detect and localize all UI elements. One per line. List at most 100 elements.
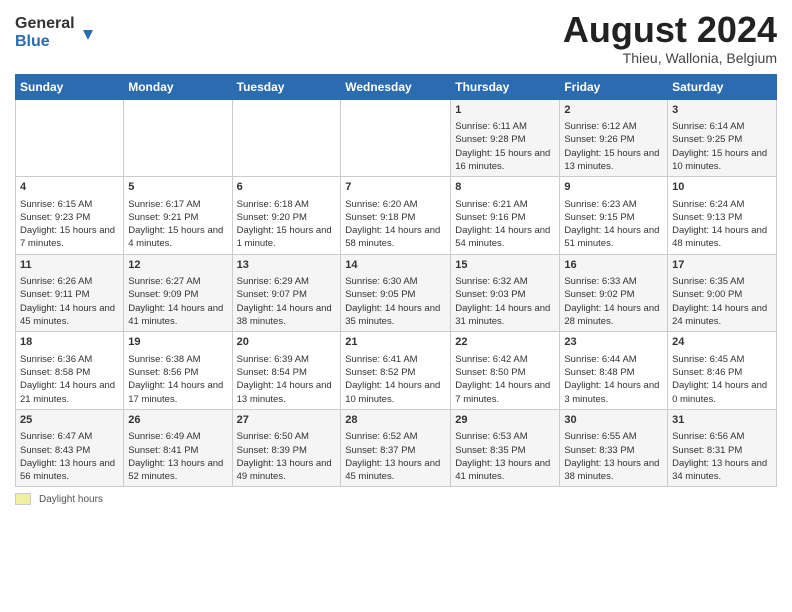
day-info: Sunrise: 6:47 AM [20, 430, 119, 443]
day-number: 26 [128, 413, 227, 428]
day-info: Sunset: 9:25 PM [672, 133, 772, 146]
calendar-week-4: 18Sunrise: 6:36 AMSunset: 8:58 PMDayligh… [16, 332, 777, 410]
day-info: Sunrise: 6:49 AM [128, 430, 227, 443]
calendar-body: 1Sunrise: 6:11 AMSunset: 9:28 PMDaylight… [16, 99, 777, 487]
day-info: Sunset: 9:26 PM [564, 133, 663, 146]
day-info: Daylight: 14 hours and 35 minutes. [345, 302, 446, 329]
day-info: Sunset: 9:16 PM [455, 211, 555, 224]
day-info: Sunset: 9:15 PM [564, 211, 663, 224]
day-number: 28 [345, 413, 446, 428]
subtitle: Thieu, Wallonia, Belgium [563, 50, 777, 66]
day-info: Sunset: 8:46 PM [672, 366, 772, 379]
day-info: Daylight: 14 hours and 38 minutes. [237, 302, 337, 329]
day-info: Daylight: 13 hours and 52 minutes. [128, 457, 227, 484]
day-info: Sunset: 9:05 PM [345, 288, 446, 301]
day-info: Daylight: 14 hours and 0 minutes. [672, 379, 772, 406]
day-info: Daylight: 15 hours and 16 minutes. [455, 147, 555, 174]
header-row: Sunday Monday Tuesday Wednesday Thursday… [16, 74, 777, 99]
calendar-cell: 21 Sunrise: 6:41 AMSunset: 8:52 PMDayligh… [341, 332, 451, 410]
day-number: 3 [672, 103, 772, 118]
day-info: Sunrise: 6:18 AM [237, 198, 337, 211]
day-info: Sunset: 8:52 PM [345, 366, 446, 379]
day-info: Sunset: 8:31 PM [672, 444, 772, 457]
day-info: Sunrise: 6:32 AM [455, 275, 555, 288]
day-info: Sunrise: 6:42 AM [455, 353, 555, 366]
day-number: 14 [345, 258, 446, 273]
calendar-cell: 12Sunrise: 6:27 AMSunset: 9:09 PMDayligh… [124, 254, 232, 332]
col-tuesday: Tuesday [232, 74, 341, 99]
calendar-cell: 2Sunrise: 6:12 AMSunset: 9:26 PMDaylight… [560, 99, 668, 177]
day-number: 24 [672, 335, 772, 350]
calendar-cell: 11Sunrise: 6:26 AMSunset: 9:11 PMDayligh… [16, 254, 124, 332]
day-number: 11 [20, 258, 119, 273]
calendar-week-5: 25Sunrise: 6:47 AMSunset: 8:43 PMDayligh… [16, 409, 777, 487]
day-info: Daylight: 15 hours and 4 minutes. [128, 224, 227, 251]
day-info: Daylight: 14 hours and 48 minutes. [672, 224, 772, 251]
day-info: Sunrise: 6:53 AM [455, 430, 555, 443]
col-friday: Friday [560, 74, 668, 99]
day-info: Sunrise: 6:33 AM [564, 275, 663, 288]
day-info: Daylight: 13 hours and 49 minutes. [237, 457, 337, 484]
calendar-cell: 9Sunrise: 6:23 AMSunset: 9:15 PMDaylight… [560, 177, 668, 255]
calendar-cell: 13Sunrise: 6:29 AMSunset: 9:07 PMDayligh… [232, 254, 341, 332]
day-number: 21 [345, 335, 446, 350]
day-info: Sunrise: 6:23 AM [564, 198, 663, 211]
header: General Blue August 2024 Thieu, Wallonia… [15, 10, 777, 66]
calendar-cell: 14Sunrise: 6:30 AMSunset: 9:05 PMDayligh… [341, 254, 451, 332]
legend-box [15, 493, 31, 505]
day-info: Daylight: 14 hours and 13 minutes. [237, 379, 337, 406]
day-info: Sunset: 8:33 PM [564, 444, 663, 457]
footer: Daylight hours [15, 493, 777, 505]
logo-block: General Blue [15, 10, 105, 59]
day-info: Sunrise: 6:36 AM [20, 353, 119, 366]
col-wednesday: Wednesday [341, 74, 451, 99]
calendar-cell [124, 99, 232, 177]
day-number: 18 [20, 335, 119, 350]
day-info: Sunrise: 6:50 AM [237, 430, 337, 443]
day-info: Sunrise: 6:56 AM [672, 430, 772, 443]
day-info: Sunset: 9:09 PM [128, 288, 227, 301]
calendar-table: Sunday Monday Tuesday Wednesday Thursday… [15, 74, 777, 488]
svg-text:Blue: Blue [15, 33, 50, 50]
day-info: Sunrise: 6:21 AM [455, 198, 555, 211]
day-info: Daylight: 15 hours and 7 minutes. [20, 224, 119, 251]
day-info: Daylight: 14 hours and 10 minutes. [345, 379, 446, 406]
day-info: Sunset: 9:11 PM [20, 288, 119, 301]
col-sunday: Sunday [16, 74, 124, 99]
calendar-cell: 25Sunrise: 6:47 AMSunset: 8:43 PMDayligh… [16, 409, 124, 487]
day-info: Sunrise: 6:44 AM [564, 353, 663, 366]
day-info: Sunrise: 6:24 AM [672, 198, 772, 211]
day-info: Sunrise: 6:52 AM [345, 430, 446, 443]
calendar-cell: 17Sunrise: 6:35 AMSunset: 9:00 PMDayligh… [668, 254, 777, 332]
day-number: 22 [455, 335, 555, 350]
calendar-cell: 1Sunrise: 6:11 AMSunset: 9:28 PMDaylight… [451, 99, 560, 177]
day-info: Daylight: 13 hours and 38 minutes. [564, 457, 663, 484]
day-number: 15 [455, 258, 555, 273]
svg-text:General: General [15, 15, 75, 32]
day-info: Daylight: 15 hours and 1 minute. [237, 224, 337, 251]
day-info: Sunset: 8:48 PM [564, 366, 663, 379]
calendar-week-1: 1Sunrise: 6:11 AMSunset: 9:28 PMDaylight… [16, 99, 777, 177]
day-number: 27 [237, 413, 337, 428]
day-info: Sunrise: 6:20 AM [345, 198, 446, 211]
day-number: 19 [128, 335, 227, 350]
calendar-cell: 28Sunrise: 6:52 AMSunset: 8:37 PMDayligh… [341, 409, 451, 487]
calendar-week-3: 11Sunrise: 6:26 AMSunset: 9:11 PMDayligh… [16, 254, 777, 332]
day-info: Daylight: 13 hours and 41 minutes. [455, 457, 555, 484]
day-info: Sunrise: 6:55 AM [564, 430, 663, 443]
day-info: Sunrise: 6:15 AM [20, 198, 119, 211]
day-number: 29 [455, 413, 555, 428]
day-number: 25 [20, 413, 119, 428]
day-info: Daylight: 14 hours and 3 minutes. [564, 379, 663, 406]
day-info: Sunset: 8:37 PM [345, 444, 446, 457]
day-info: Sunset: 8:56 PM [128, 366, 227, 379]
day-info: Daylight: 14 hours and 21 minutes. [20, 379, 119, 406]
day-info: Sunrise: 6:11 AM [455, 120, 555, 133]
calendar-cell: 5Sunrise: 6:17 AMSunset: 9:21 PMDaylight… [124, 177, 232, 255]
calendar-cell: 29Sunrise: 6:53 AMSunset: 8:35 PMDayligh… [451, 409, 560, 487]
day-info: Sunrise: 6:41 AM [345, 353, 446, 366]
logo: General Blue [15, 10, 105, 59]
title-block: August 2024 Thieu, Wallonia, Belgium [563, 10, 777, 66]
col-monday: Monday [124, 74, 232, 99]
day-info: Daylight: 14 hours and 45 minutes. [20, 302, 119, 329]
